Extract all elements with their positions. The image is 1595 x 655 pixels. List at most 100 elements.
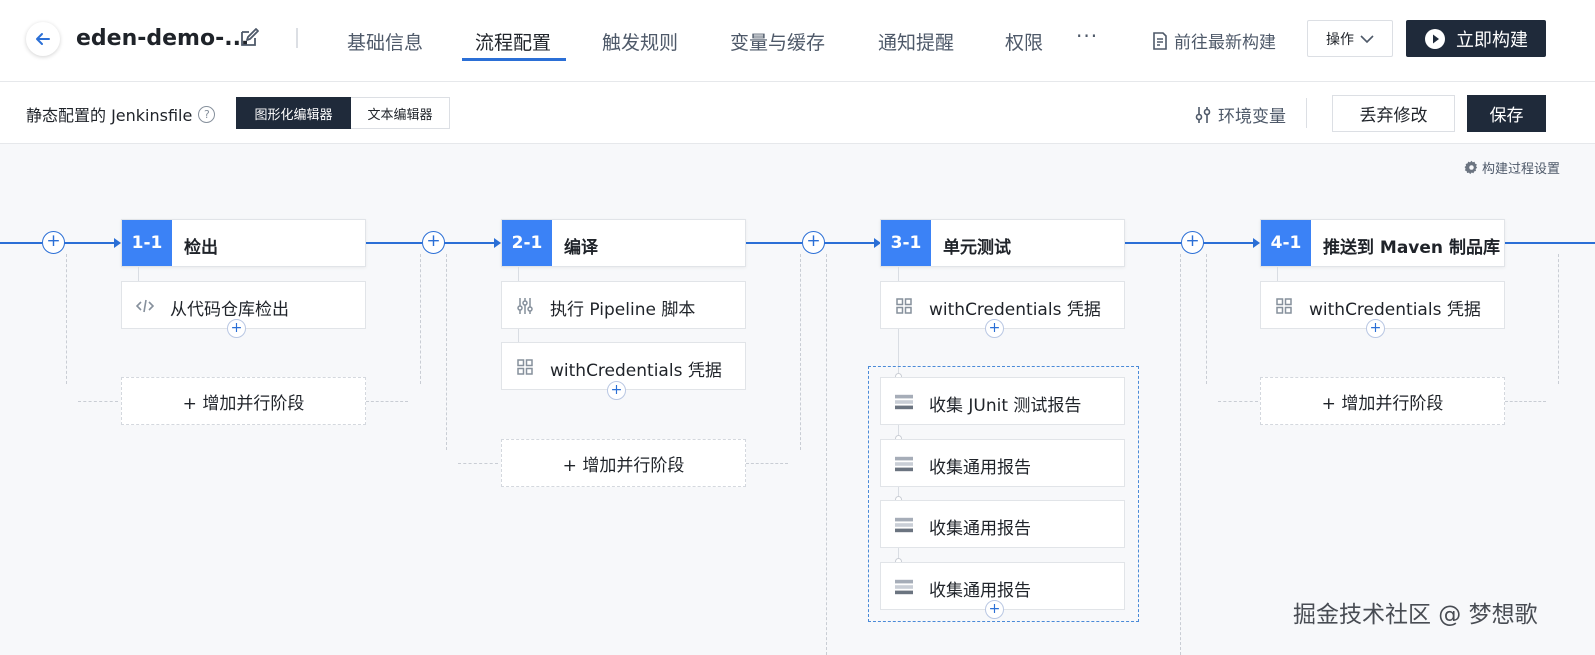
flow-line xyxy=(444,242,496,244)
discard-changes-button[interactable]: 丢弃修改 xyxy=(1332,95,1455,132)
step-card[interactable]: 收集通用报告 xyxy=(880,562,1125,610)
stage-title: 检出 xyxy=(184,238,218,258)
add-parallel-stage-button[interactable]: + 增加并行阶段 xyxy=(1260,377,1505,425)
flow-arrow xyxy=(114,238,121,248)
tab-pipeline-config[interactable]: 流程配置 xyxy=(475,28,551,55)
stage-card[interactable]: 4-1 推送到 Maven 制品库 xyxy=(1260,219,1505,267)
chevron-down-icon xyxy=(1360,34,1374,43)
flow-line xyxy=(366,242,422,244)
flow-arrow xyxy=(494,238,501,248)
goto-latest-build-link[interactable]: 前往最新构建 xyxy=(1152,28,1276,53)
build-now-label: 立即构建 xyxy=(1456,29,1528,51)
add-stage-button[interactable]: + xyxy=(802,231,825,254)
script-icon xyxy=(517,298,533,314)
build-settings-link[interactable]: 构建过程设置 xyxy=(1464,158,1560,177)
help-icon[interactable]: ? xyxy=(198,105,216,123)
add-stage-button[interactable]: + xyxy=(422,231,445,254)
parallel-branch-line xyxy=(746,463,788,464)
add-parallel-stage-button[interactable]: + 增加并行阶段 xyxy=(501,439,746,487)
env-vars-button[interactable]: 环境变量 xyxy=(1194,102,1286,127)
report-icon xyxy=(895,579,913,595)
flow-arrow xyxy=(1253,238,1260,248)
parallel-branch-line xyxy=(1558,254,1559,384)
save-button[interactable]: 保存 xyxy=(1467,95,1546,132)
add-step-button[interactable]: + xyxy=(607,381,626,400)
parallel-branch-line xyxy=(1180,254,1181,655)
flow-line xyxy=(1125,242,1181,244)
add-stage-button[interactable]: + xyxy=(1181,231,1204,254)
add-step-button[interactable]: + xyxy=(1366,319,1385,338)
play-circle-icon xyxy=(1425,28,1445,49)
step-card[interactable]: 收集通用报告 xyxy=(880,439,1125,487)
step-card[interactable]: 收集通用报告 xyxy=(880,500,1125,548)
parallel-branch-line xyxy=(1218,401,1258,402)
stage-number: 3-1 xyxy=(881,220,931,266)
gear-icon xyxy=(1464,160,1478,175)
text-editor-toggle[interactable]: 文本编辑器 xyxy=(351,97,450,129)
parallel-branch-line xyxy=(826,254,827,655)
stage-number: 1-1 xyxy=(122,220,172,266)
step-card[interactable]: withCredentials 凭据 xyxy=(880,281,1125,329)
step-label: withCredentials 凭据 xyxy=(1309,300,1481,320)
build-now-button[interactable]: 立即构建 xyxy=(1406,20,1546,57)
step-card[interactable]: 执行 Pipeline 脚本 xyxy=(501,281,746,329)
more-tabs-button[interactable]: ··· xyxy=(1076,24,1098,48)
goto-latest-build-label: 前往最新构建 xyxy=(1174,33,1276,53)
stage-title: 编译 xyxy=(564,238,598,258)
report-icon xyxy=(895,517,913,533)
add-stage-button[interactable]: + xyxy=(42,231,65,254)
step-card[interactable]: 收集 JUnit 测试报告 xyxy=(880,377,1125,425)
step-connector xyxy=(1277,267,1278,281)
top-bar: eden-demo-... 基础信息 流程配置 触发规则 变量与缓存 通知提醒 … xyxy=(0,0,1595,82)
editor-toolbar: 静态配置的 Jenkinsfile ? 图形化编辑器 文本编辑器 环境变量 丢弃… xyxy=(0,82,1595,144)
jenkinsfile-label: 静态配置的 Jenkinsfile ? xyxy=(26,102,216,126)
step-label: withCredentials 凭据 xyxy=(550,361,722,381)
stage-card[interactable]: 3-1 单元测试 xyxy=(880,219,1125,267)
pipeline-title: eden-demo-... xyxy=(76,26,250,51)
step-card[interactable]: withCredentials 凭据 xyxy=(501,342,746,390)
flow-line xyxy=(1505,242,1595,244)
graphic-editor-toggle[interactable]: 图形化编辑器 xyxy=(236,97,351,129)
step-connector xyxy=(518,267,519,281)
stage-card[interactable]: 1-1 检出 xyxy=(121,219,366,267)
parallel-branch-line xyxy=(1505,401,1546,402)
parallel-branch-line xyxy=(800,254,801,450)
build-settings-label: 构建过程设置 xyxy=(1482,162,1561,177)
report-icon xyxy=(895,456,913,472)
flow-line xyxy=(0,242,42,244)
tab-trigger-rules[interactable]: 触发规则 xyxy=(602,28,678,55)
flow-line xyxy=(1203,242,1255,244)
jenkinsfile-label-text: 静态配置的 Jenkinsfile xyxy=(26,106,193,125)
add-step-button[interactable]: + xyxy=(985,600,1004,619)
flow-line xyxy=(64,242,116,244)
active-tab-indicator xyxy=(462,58,566,61)
stage-title: 单元测试 xyxy=(943,238,1011,258)
stage-number: 2-1 xyxy=(502,220,552,266)
parallel-branch-line xyxy=(420,254,421,384)
report-icon xyxy=(895,394,913,410)
tab-notifications[interactable]: 通知提醒 xyxy=(878,28,954,55)
parallel-branch-line xyxy=(78,401,118,402)
tab-variables-cache[interactable]: 变量与缓存 xyxy=(730,28,825,55)
step-label: 收集通用报告 xyxy=(929,581,1031,601)
step-label: 收集通用报告 xyxy=(929,458,1031,478)
step-label: 收集通用报告 xyxy=(929,519,1031,539)
tab-basic-info[interactable]: 基础信息 xyxy=(347,28,423,55)
step-label: 执行 Pipeline 脚本 xyxy=(550,300,696,320)
divider xyxy=(296,28,298,48)
back-button[interactable] xyxy=(26,22,60,56)
edit-icon[interactable] xyxy=(238,27,260,49)
tab-permissions[interactable]: 权限 xyxy=(1005,28,1043,55)
add-step-button[interactable]: + xyxy=(227,319,246,338)
operations-dropdown[interactable]: 操作 xyxy=(1307,20,1393,57)
watermark: 掘金技术社区 @ 梦想歌 xyxy=(1293,602,1538,628)
back-arrow-icon xyxy=(36,33,50,45)
operations-label: 操作 xyxy=(1326,31,1354,48)
grid-icon xyxy=(896,298,912,314)
step-label: 收集 JUnit 测试报告 xyxy=(929,396,1082,416)
parallel-branch-line xyxy=(1206,254,1207,384)
stage-card[interactable]: 2-1 编译 xyxy=(501,219,746,267)
grid-icon xyxy=(517,359,533,375)
add-parallel-stage-button[interactable]: + 增加并行阶段 xyxy=(121,377,366,425)
add-step-button[interactable]: + xyxy=(985,319,1004,338)
